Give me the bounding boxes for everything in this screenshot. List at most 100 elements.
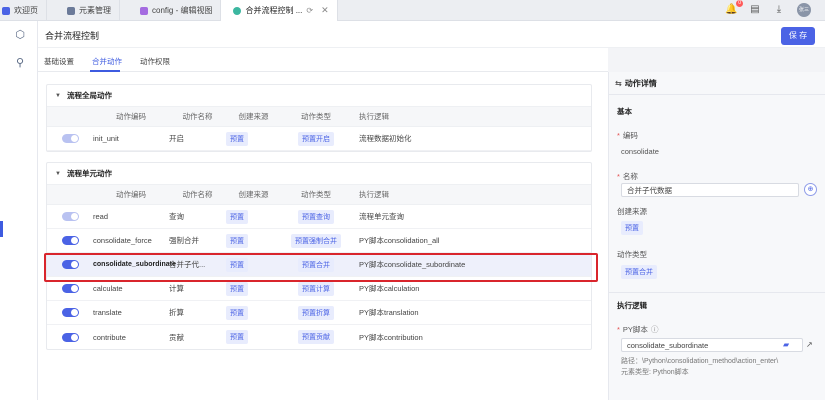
table-row[interactable]: read 查询 预置 预置查询 流程单元查询 [47,205,591,229]
cell-logic: PY脚本consolidate_subordinate [359,260,466,269]
element-type: 元素类型: Python脚本 [621,369,689,376]
subtab-bar: 基础设置 合并动作 动作权限 [38,48,608,72]
table-row[interactable]: translate 折算 预置 预置折算 PY脚本translation [47,301,591,325]
cell-logic: PY脚本consolidation_all [359,236,440,245]
config-icon [140,6,148,15]
cell-code: consolidate_subordinate [93,261,176,268]
cell-logic: PY脚本translation [359,308,419,317]
tab-config-edit[interactable]: config - 编辑视图 [120,0,222,21]
detail-title: ⇆ 动作详情 [615,79,657,88]
cell-type: 预置强制合并 [291,233,341,248]
tab-action-permissions[interactable]: 动作权限 [140,56,170,67]
code-value: consolidate [621,147,659,156]
col-source: 创建来源 [238,190,269,199]
enable-toggle[interactable] [61,134,79,143]
type-tag: 预置合并 [621,265,657,279]
cell-code: calculate [93,284,123,293]
element-icon [67,6,75,15]
rail-active-marker [0,221,3,237]
enable-toggle[interactable] [61,332,79,342]
enable-toggle[interactable] [61,236,79,245]
notification-badge: 0 [736,0,743,7]
cube-icon[interactable]: ⬡ [14,29,26,41]
tab-merge-actions[interactable]: 合并动作 [92,56,122,67]
tab-merge-flow[interactable]: 合并流程控制 ... ⟳ ✕ [221,0,338,21]
script-field[interactable]: consolidate_subordinate [621,338,803,352]
cell-code: consolidate_force [93,236,152,245]
tab-welcome[interactable]: 欢迎页 [0,0,47,21]
global-actions-section: ▼ 流程全局动作 动作编码 动作名称 创建来源 动作类型 执行逻辑 init_u… [46,84,592,152]
cell-source: 预置 [226,281,248,296]
help-icon[interactable]: ⓘ [651,325,659,334]
top-right-toolbar: 🔔 0 ▤ ⤓ 张三 [725,0,811,17]
cell-type: 预置折算 [298,305,334,320]
script-label: * PY脚本 ⓘ [617,325,659,334]
cell-type: 预置贡献 [298,330,334,344]
bell-icon[interactable]: 🔔 0 [725,0,743,16]
cell-name: 合并子代... [169,260,206,269]
tab-label: 欢迎页 [14,6,38,15]
col-name: 动作名称 [182,112,213,121]
caret-down-icon[interactable]: ▼ [55,93,61,99]
table-row[interactable]: consolidate_force 强制合并 预置 预置强制合并 PY脚本con… [47,229,591,253]
avatar[interactable]: 张三 [797,3,811,17]
table-row[interactable]: init_unit 开启 预置 预置开启 流程数据初始化 [47,127,591,151]
share-icon[interactable]: ↗ [806,340,813,349]
col-type: 动作类型 [301,190,331,199]
enable-toggle[interactable] [61,308,79,317]
enable-toggle[interactable] [61,284,79,293]
save-button[interactable]: 保 存 [781,27,815,45]
document-icon[interactable]: ▤ [749,4,761,16]
cell-source: 预置 [226,233,248,248]
source-label: 创建来源 [617,207,647,216]
left-rail: ⬡ ⚲ [0,21,38,400]
enable-toggle[interactable] [61,212,79,221]
cell-logic: PY脚本calculation [359,284,420,293]
enable-toggle[interactable] [61,260,79,269]
tab-label: config - 编辑视图 [152,6,213,15]
col-logic: 执行逻辑 [359,112,389,121]
cell-source: 预置 [226,305,248,320]
unit-actions-section: ▼ 流程单元动作 动作编码 动作名称 创建来源 动作类型 执行逻辑 read 查… [46,162,592,350]
main-content: ▼ 流程全局动作 动作编码 动作名称 创建来源 动作类型 执行逻辑 init_u… [38,72,608,400]
section-title: 流程全局动作 [66,91,112,100]
cell-code: translate [93,308,122,317]
name-field[interactable]: 合并子代数据 [621,183,799,197]
cell-type: 预置开启 [298,131,334,146]
script-path: 路径：\Python\consolidation_method\action_e… [621,358,779,365]
cell-name: 计算 [169,284,184,293]
tab-basic-settings[interactable]: 基础设置 [44,56,74,67]
divider [609,94,825,95]
table-row-selected[interactable]: consolidate_subordinate 合并子代... 预置 预置合并 … [47,253,591,277]
type-label: 动作类型 [617,250,647,259]
cell-name: 贡献 [169,332,184,342]
section-header[interactable]: ▼ 流程全局动作 [47,85,591,107]
page-title: 合并流程控制 [45,31,100,41]
flow-icon [233,6,242,15]
section-header[interactable]: ▼ 流程单元动作 [47,163,591,185]
table-row[interactable]: calculate 计算 预置 预置计算 PY脚本calculation [47,277,591,301]
logic-section-title: 执行逻辑 [617,301,647,310]
page-header: 合并流程控制 保 存 [38,21,825,48]
globe-icon[interactable]: ⊕ [804,183,817,196]
table-row[interactable]: contribute 贡献 预置 预置贡献 PY脚本contribution [47,325,591,349]
cell-type: 预置查询 [298,209,334,224]
cell-source: 预置 [226,209,248,224]
table-header: 动作编码 动作名称 创建来源 动作类型 执行逻辑 [47,107,591,127]
download-icon[interactable]: ⤓ [773,4,785,16]
reload-icon[interactable]: ⟳ [306,6,313,15]
cell-name: 查询 [169,212,184,221]
close-icon[interactable]: ✕ [321,5,329,16]
name-label: * 名称 [617,172,638,181]
tab-element-manage[interactable]: 元素管理 [47,0,120,21]
cell-source: 预置 [226,257,248,272]
cell-code: init_unit [93,134,119,143]
cell-code: read [93,212,109,221]
caret-down-icon[interactable]: ▼ [55,171,61,177]
panel-icon[interactable]: ⇆ [615,79,622,88]
folder-icon[interactable]: ▰ [783,340,789,349]
cell-name: 折算 [169,308,184,317]
hierarchy-icon[interactable]: ⚲ [14,57,26,69]
col-code: 动作编码 [116,190,146,199]
tab-label: 元素管理 [79,6,111,15]
